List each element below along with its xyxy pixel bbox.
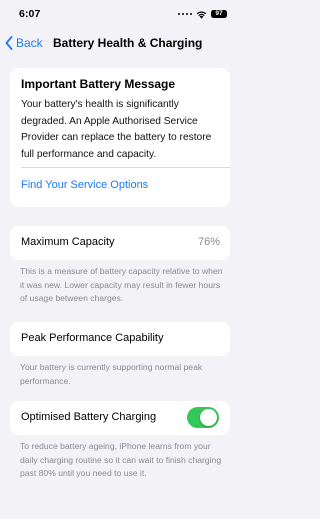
peak-performance-note: Your battery is currently supporting nor… (20, 362, 203, 386)
toggle-knob (200, 409, 217, 426)
peak-performance-row: Peak Performance Capability (10, 322, 230, 356)
optimised-charging-toggle[interactable] (187, 407, 219, 428)
navigation-bar: Back Battery Health & Charging (0, 30, 240, 56)
maximum-capacity-label: Maximum Capacity (21, 236, 115, 248)
status-icons: 97 (177, 9, 227, 19)
maximum-capacity-value: 76% (197, 236, 220, 248)
chevron-left-icon (5, 36, 13, 50)
optimised-charging-note: To reduce battery ageing, iPhone learns … (20, 441, 222, 478)
find-service-options-link[interactable]: Find Your Service Options (21, 179, 148, 191)
wifi-icon (196, 10, 207, 19)
maximum-capacity-note: This is a measure of battery capacity re… (20, 266, 223, 303)
peak-performance-label: Peak Performance Capability (21, 332, 164, 344)
message-title: Important Battery Message (21, 77, 176, 91)
battery-message-card: Important Battery Message Your battery's… (10, 68, 230, 207)
battery-level-badge: 97 (211, 10, 227, 18)
page-title: Battery Health & Charging (53, 36, 203, 50)
optimised-charging-row: Optimised Battery Charging (10, 401, 230, 435)
optimised-charging-label: Optimised Battery Charging (21, 411, 157, 423)
divider (21, 167, 230, 168)
maximum-capacity-row: Maximum Capacity 76% (10, 226, 230, 260)
back-button[interactable]: Back (5, 34, 43, 52)
status-time: 6:07 (19, 8, 41, 20)
message-body: Your battery's health is significantly d… (21, 99, 212, 160)
cellular-signal-icon (177, 12, 192, 16)
status-bar: 6:07 97 (0, 0, 240, 30)
back-label: Back (16, 36, 43, 50)
